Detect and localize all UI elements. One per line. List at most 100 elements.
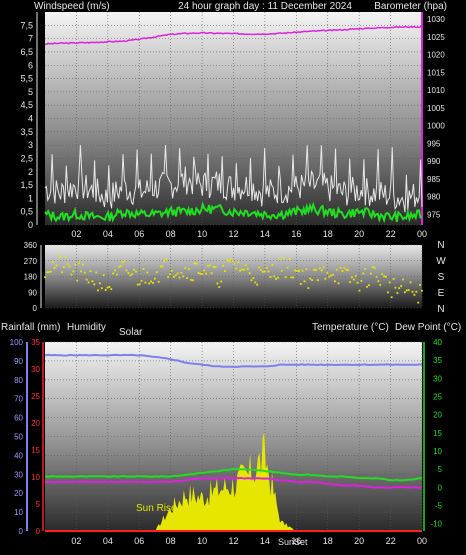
sunset-annotation: SunSet bbox=[278, 537, 308, 547]
wind-direction-point bbox=[411, 290, 414, 293]
barometer-y-tick-label: 1005 bbox=[427, 104, 445, 113]
wind-direction-point bbox=[47, 271, 50, 273]
wind-direction-point bbox=[180, 271, 183, 274]
wind-direction-point bbox=[328, 275, 331, 278]
wind-direction-point bbox=[142, 268, 145, 270]
wind-direction-point bbox=[324, 277, 327, 280]
wind-direction-point bbox=[59, 256, 62, 259]
temperature-y-tick-label: 30 bbox=[433, 374, 442, 383]
wind-direction-point bbox=[275, 278, 277, 280]
wind-direction-point bbox=[413, 293, 416, 296]
barometer-y-tick-label: 995 bbox=[427, 139, 441, 148]
wind-direction-point bbox=[80, 270, 82, 273]
wind-direction-point bbox=[398, 287, 401, 289]
wind-y-tick-label: 2,5 bbox=[20, 153, 33, 163]
wind-direction-point bbox=[243, 268, 245, 271]
wind-direction-point bbox=[318, 267, 321, 269]
barometer-y-tick-label: 1030 bbox=[427, 15, 445, 24]
wind-direction-point bbox=[119, 265, 122, 268]
wind-direction-point bbox=[258, 266, 260, 269]
temperature-y-tick-label: 10 bbox=[433, 447, 442, 456]
wind-direction-point bbox=[167, 276, 169, 278]
wind-direction-point bbox=[201, 273, 204, 275]
rain-y-tick-label: 5 bbox=[36, 500, 41, 509]
wind-direction-point bbox=[64, 255, 67, 258]
wind-direction-point bbox=[152, 282, 154, 284]
wind-y-tick-label: 3 bbox=[28, 140, 33, 150]
direction-y-tick-label: 360 bbox=[24, 241, 38, 250]
wind-direction-point bbox=[82, 263, 84, 266]
wind-y-tick-label: 1 bbox=[28, 193, 33, 203]
temperature-y-tick-label: -5 bbox=[435, 502, 443, 511]
humidity-y-tick-label: 0 bbox=[19, 527, 24, 536]
wind-direction-point bbox=[334, 280, 336, 283]
humidity-y-tick-label: 30 bbox=[14, 470, 23, 479]
direction-y-tick-label: 270 bbox=[24, 257, 38, 266]
wind-direction-point bbox=[345, 268, 348, 271]
wind-direction-point bbox=[53, 267, 56, 269]
wind-direction-point bbox=[133, 268, 135, 271]
direction-label-e: E bbox=[438, 288, 445, 299]
temperature-y-tick-label: -10 bbox=[430, 520, 442, 529]
wind-direction-point bbox=[150, 280, 152, 283]
wind-direction-point bbox=[396, 292, 399, 294]
wind-y-tick-label: 5,5 bbox=[20, 74, 33, 84]
wind-direction-point bbox=[375, 276, 378, 278]
wind-y-tick-label: 6 bbox=[28, 60, 33, 70]
wind-direction-point bbox=[335, 268, 338, 271]
temp-x-tick-label: 02 bbox=[71, 536, 81, 546]
wind-direction-point bbox=[298, 270, 300, 272]
wind-direction-point bbox=[358, 289, 361, 292]
weather-graph: Windspeed (m/s) 24 hour graph day : 11 D… bbox=[0, 1, 466, 547]
wind-direction-point bbox=[104, 289, 107, 291]
direction-y-tick-label: 180 bbox=[24, 273, 38, 282]
sunrise-annotation: Sun Rise bbox=[136, 503, 177, 514]
wind-direction-point bbox=[208, 264, 211, 267]
wind-direction-point bbox=[207, 264, 209, 267]
wind-x-tick-label: 12 bbox=[228, 229, 238, 239]
wind-x-tick-label: 04 bbox=[103, 229, 113, 239]
barometer-y-tick-label: 980 bbox=[427, 193, 441, 202]
wind-direction-point bbox=[294, 269, 296, 272]
wind-direction-point bbox=[303, 280, 306, 283]
wind-direction-point bbox=[311, 279, 313, 281]
wind-direction-point bbox=[369, 272, 372, 275]
wind-direction-point bbox=[341, 270, 344, 272]
dewpoint-label: Dew Point (°C) bbox=[395, 322, 461, 333]
wind-direction-point bbox=[366, 285, 368, 288]
humidity-y-tick-label: 90 bbox=[14, 357, 23, 366]
wind-direction-point bbox=[114, 269, 116, 272]
wind-direction-point bbox=[140, 279, 143, 282]
wind-direction-point bbox=[273, 275, 276, 278]
wind-direction-point bbox=[387, 291, 389, 294]
wind-direction-point bbox=[241, 268, 243, 271]
wind-direction-point bbox=[131, 273, 133, 275]
wind-direction-point bbox=[171, 269, 173, 272]
humidity-label: Humidity bbox=[67, 322, 106, 333]
wind-direction-point bbox=[127, 272, 130, 274]
wind-x-tick-label: 18 bbox=[323, 229, 333, 239]
wind-direction-point bbox=[290, 276, 293, 279]
wind-direction-point bbox=[388, 281, 391, 284]
wind-direction-point bbox=[218, 286, 221, 288]
wind-direction-point bbox=[231, 260, 234, 262]
wind-direction-point bbox=[421, 289, 423, 292]
wind-direction-point bbox=[385, 275, 387, 278]
temperature-y-tick-label: 25 bbox=[433, 393, 442, 402]
direction-label-n-top: N bbox=[437, 240, 444, 251]
wind-y-tick-label: 7 bbox=[28, 34, 33, 44]
wind-direction-point bbox=[354, 275, 357, 277]
wind-direction-point bbox=[248, 272, 251, 275]
wind-direction-point bbox=[214, 266, 217, 268]
wind-direction-point bbox=[239, 269, 241, 272]
wind-direction-point bbox=[112, 272, 115, 275]
rain-y-tick-label: 25 bbox=[31, 392, 40, 401]
wind-direction-point bbox=[87, 281, 90, 284]
wind-direction-point bbox=[210, 272, 213, 275]
wind-direction-point bbox=[277, 276, 279, 279]
temperature-y-tick-label: 15 bbox=[433, 429, 442, 438]
barometer-y-tick-label: 985 bbox=[427, 175, 441, 184]
wind-direction-point bbox=[286, 266, 289, 269]
humidity-y-tick-label: 10 bbox=[14, 508, 23, 517]
wind-direction-point bbox=[172, 275, 175, 278]
